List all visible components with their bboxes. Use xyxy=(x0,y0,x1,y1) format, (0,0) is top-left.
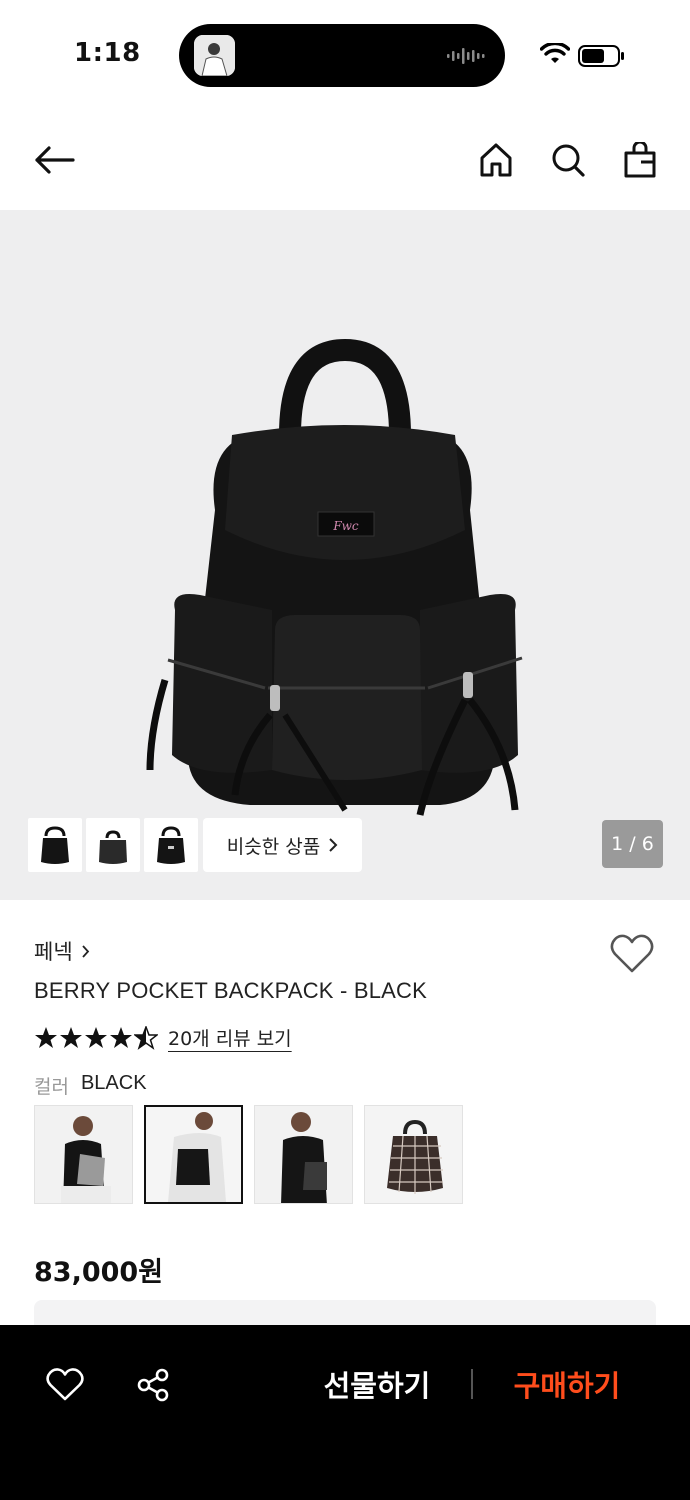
arrow-left-icon xyxy=(35,146,75,174)
thumbnail-3[interactable] xyxy=(144,818,198,872)
color-row: 컬러 BLACK xyxy=(34,1072,147,1099)
home-icon xyxy=(480,143,512,177)
share-button[interactable] xyxy=(131,1363,175,1407)
rating-row: 20개 리뷰 보기 xyxy=(34,1024,292,1051)
now-playing-thumbnail xyxy=(194,35,235,76)
status-time: 1:18 xyxy=(74,38,141,68)
color-label: 컬러 xyxy=(34,1076,69,1098)
svg-text:Fwc: Fwc xyxy=(332,519,359,533)
star-icon xyxy=(85,1026,107,1048)
product-name: BERRY POCKET BACKPACK - BLACK xyxy=(34,978,427,1003)
review-link[interactable]: 20개 리뷰 보기 xyxy=(168,1024,292,1051)
swatch-option-1[interactable] xyxy=(34,1105,133,1204)
thumbnail-1[interactable] xyxy=(28,818,82,872)
bottom-wishlist-button[interactable] xyxy=(43,1363,87,1407)
back-button[interactable] xyxy=(32,138,76,182)
cart-button[interactable] xyxy=(618,138,662,182)
thumbnail-strip xyxy=(28,818,198,872)
home-button[interactable] xyxy=(474,138,518,182)
star-icon xyxy=(60,1026,82,1048)
dynamic-island[interactable] xyxy=(179,24,505,87)
rating-stars xyxy=(34,1025,158,1050)
product-hero-image[interactable]: Fwc 비슷한 상품 1 / 6 xyxy=(0,210,690,900)
chevron-right-icon xyxy=(329,838,338,852)
search-button[interactable] xyxy=(546,138,590,182)
divider xyxy=(471,1369,473,1399)
gift-button[interactable]: 선물하기 xyxy=(318,1361,436,1407)
bottom-action-bar: 선물하기 구매하기 xyxy=(0,1325,690,1500)
status-bar: 1:18 xyxy=(0,0,690,110)
image-page-counter: 1 / 6 xyxy=(602,820,663,868)
wishlist-button[interactable] xyxy=(610,934,654,978)
color-swatches xyxy=(34,1105,463,1204)
audio-wave-icon xyxy=(447,48,485,64)
thumbnail-2[interactable] xyxy=(86,818,140,872)
color-value: BLACK xyxy=(80,1072,147,1094)
search-icon xyxy=(552,144,585,177)
swatch-option-4[interactable] xyxy=(364,1105,463,1204)
brand-name: 페넥 xyxy=(34,940,73,964)
swatch-option-3[interactable] xyxy=(254,1105,353,1204)
buy-button[interactable]: 구매하기 xyxy=(508,1361,626,1407)
similar-products-button[interactable]: 비슷한 상품 xyxy=(203,818,362,872)
similar-products-label: 비슷한 상품 xyxy=(226,835,321,858)
battery-icon xyxy=(578,45,624,67)
shopping-bag-icon xyxy=(624,142,656,178)
brand-link[interactable]: 페넥 xyxy=(34,936,90,966)
backpack-image: Fwc xyxy=(146,338,523,816)
heart-icon xyxy=(610,934,654,973)
top-nav xyxy=(0,110,690,210)
chevron-right-icon xyxy=(81,944,89,958)
star-icon xyxy=(35,1026,57,1048)
heart-icon xyxy=(46,1368,84,1401)
star-half-icon xyxy=(134,1025,158,1050)
swatch-option-2-selected[interactable] xyxy=(144,1105,243,1204)
star-icon xyxy=(110,1026,132,1048)
share-icon xyxy=(137,1368,169,1402)
price: 83,000원 xyxy=(34,1257,164,1288)
wifi-icon xyxy=(540,43,570,63)
